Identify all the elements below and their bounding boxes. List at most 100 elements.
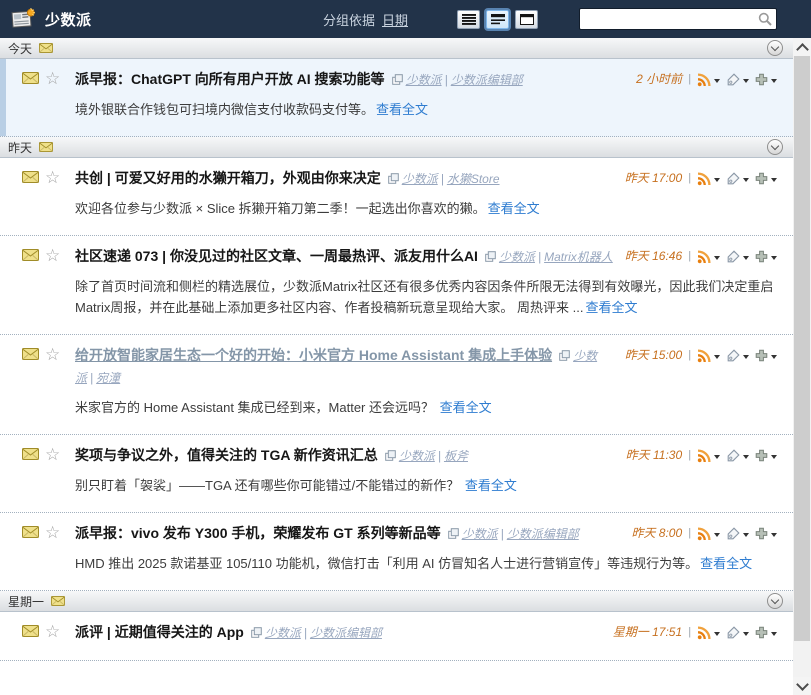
vertical-scrollbar[interactable] — [793, 38, 811, 695]
star-icon[interactable]: ☆ — [45, 167, 60, 188]
read-more-link[interactable]: 查看全文 — [465, 478, 517, 493]
tag-menu-button[interactable] — [726, 449, 749, 463]
add-menu-button[interactable] — [755, 527, 777, 540]
feed-link[interactable]: 少数派 — [402, 172, 438, 186]
rss-menu-button[interactable] — [697, 172, 720, 186]
unread-envelope-icon[interactable] — [22, 171, 39, 183]
plus-icon — [755, 626, 768, 639]
author-link[interactable]: 少数派编辑部 — [507, 527, 579, 541]
article-title[interactable]: 派早报：vivo 发布 Y300 手机，荣耀发布 GT 系列等新品等 — [75, 525, 441, 541]
scroll-down-button[interactable] — [793, 677, 811, 695]
star-icon[interactable]: ☆ — [45, 245, 60, 266]
titles-view-button[interactable] — [457, 9, 480, 29]
article-row[interactable]: ☆ 昨天 16:46 | 社区速递 073 | 你没见过的社区文章、一周最热评、… — [0, 236, 793, 335]
add-menu-button[interactable] — [755, 349, 777, 362]
read-more-link[interactable]: 查看全文 — [700, 556, 752, 571]
article-title[interactable]: 社区速递 073 | 你没见过的社区文章、一周最热评、派友用什么AI — [75, 248, 478, 264]
article-row[interactable]: ☆ 2 小时前 | 派早报：ChatGPT 向所有用户开放 AI 搜索功能等 少数… — [0, 59, 793, 137]
read-more-link[interactable]: 查看全文 — [440, 400, 492, 415]
summaries-view-button[interactable] — [486, 9, 509, 29]
article-title[interactable]: 给开放智能家居生态一个好的开始：小米官方 Home Assistant 集成上手… — [75, 347, 552, 363]
rss-menu-button[interactable] — [697, 349, 720, 363]
group-header-monday[interactable]: 星期一 — [0, 591, 793, 612]
star-icon[interactable]: ☆ — [45, 344, 60, 365]
clip-icon[interactable] — [485, 247, 496, 268]
search-icon[interactable] — [758, 12, 772, 26]
feed-title: 少数派 — [45, 11, 92, 29]
add-menu-button[interactable] — [755, 449, 777, 462]
feed-link[interactable]: 少数派 — [399, 449, 435, 463]
group-collapse-button[interactable] — [767, 40, 783, 56]
add-menu-button[interactable] — [755, 172, 777, 185]
meta-separator: | — [444, 73, 448, 87]
tag-menu-button[interactable] — [726, 527, 749, 541]
group-header-today[interactable]: 今天 — [0, 38, 793, 59]
author-link[interactable]: 少数派编辑部 — [310, 626, 382, 640]
rss-menu-button[interactable] — [697, 626, 720, 640]
unread-envelope-icon[interactable] — [22, 625, 39, 637]
clip-icon[interactable] — [251, 623, 262, 644]
unread-envelope-icon[interactable] — [22, 526, 39, 538]
add-menu-button[interactable] — [755, 73, 777, 86]
author-link[interactable]: 水獭Store — [447, 172, 500, 186]
article-title[interactable]: 派评 | 近期值得关注的 App — [75, 624, 244, 640]
feed-link[interactable]: 少数派 — [406, 73, 442, 87]
article-title[interactable]: 共创 | 可爱又好用的水獭开箱刀，外观由你来决定 — [75, 170, 381, 186]
article-row[interactable]: ☆ 星期一 17:51 | 派评 | 近期值得关注的 App 少数派 | 少数派编辑部 — [0, 612, 793, 661]
group-label[interactable]: 星期一 — [8, 593, 44, 610]
star-icon[interactable]: ☆ — [45, 68, 60, 89]
clip-icon[interactable] — [448, 524, 459, 545]
rss-menu-button[interactable] — [697, 527, 720, 541]
feed-link[interactable]: 少数派 — [265, 626, 301, 640]
author-link[interactable]: 宛潼 — [96, 371, 120, 385]
unread-envelope-icon[interactable] — [22, 348, 39, 360]
article-title[interactable]: 派早报：ChatGPT 向所有用户开放 AI 搜索功能等 — [75, 71, 385, 87]
author-link[interactable]: Matrix机器人 — [544, 250, 613, 264]
group-label[interactable]: 今天 — [8, 40, 32, 57]
article-row[interactable]: ☆ 昨天 8:00 | 派早报：vivo 发布 Y300 手机，荣耀发布 GT … — [0, 513, 793, 591]
add-menu-button[interactable] — [755, 626, 777, 639]
read-more-link[interactable]: 查看全文 — [585, 300, 637, 315]
clip-icon[interactable] — [392, 70, 403, 91]
read-more-link[interactable]: 查看全文 — [376, 102, 428, 117]
full-posts-view-button[interactable] — [515, 9, 538, 29]
add-menu-button[interactable] — [755, 250, 777, 263]
group-envelope-icon — [39, 43, 53, 53]
group-label[interactable]: 昨天 — [8, 139, 32, 156]
article-summary: 除了首页时间流和侧栏的精选展位，少数派Matrix社区还有很多优秀内容因条件所限… — [75, 279, 774, 315]
clip-icon[interactable] — [385, 446, 396, 467]
tag-menu-button[interactable] — [726, 626, 749, 640]
tag-menu-button[interactable] — [726, 73, 749, 87]
tag-menu-button[interactable] — [726, 250, 749, 264]
rss-menu-button[interactable] — [697, 250, 720, 264]
search-input[interactable] — [580, 10, 758, 28]
rss-menu-button[interactable] — [697, 73, 720, 87]
feed-link[interactable]: 少数派 — [462, 527, 498, 541]
star-icon[interactable]: ☆ — [45, 621, 60, 642]
plus-icon — [755, 73, 768, 86]
unread-envelope-icon[interactable] — [22, 72, 39, 84]
author-link[interactable]: 少数派编辑部 — [451, 73, 523, 87]
feed-link[interactable]: 少数派 — [499, 250, 535, 264]
group-collapse-button[interactable] — [767, 593, 783, 609]
star-icon[interactable]: ☆ — [45, 444, 60, 465]
group-by-value-dropdown[interactable]: 日期 — [382, 13, 408, 28]
author-link[interactable]: 板斧 — [444, 449, 468, 463]
unread-envelope-icon[interactable] — [22, 249, 39, 261]
article-row[interactable]: ☆ 昨天 11:30 | 奖项与争议之外，值得关注的 TGA 新作资讯汇总 少数派… — [0, 435, 793, 513]
scroll-up-button[interactable] — [793, 38, 811, 56]
scrollbar-thumb[interactable] — [794, 56, 810, 641]
clip-icon[interactable] — [388, 169, 399, 190]
article-row[interactable]: ☆ 昨天 15:00 | 给开放智能家居生态一个好的开始：小米官方 Home A… — [0, 335, 793, 435]
rss-menu-button[interactable] — [697, 449, 720, 463]
group-header-yesterday[interactable]: 昨天 — [0, 137, 793, 158]
star-icon[interactable]: ☆ — [45, 522, 60, 543]
article-row[interactable]: ☆ 昨天 17:00 | 共创 | 可爱又好用的水獭开箱刀，外观由你来决定 少数派… — [0, 158, 793, 236]
group-collapse-button[interactable] — [767, 139, 783, 155]
unread-envelope-icon[interactable] — [22, 448, 39, 460]
clip-icon[interactable] — [559, 346, 570, 367]
tag-menu-button[interactable] — [726, 172, 749, 186]
article-title[interactable]: 奖项与争议之外，值得关注的 TGA 新作资讯汇总 — [75, 447, 378, 463]
tag-menu-button[interactable] — [726, 349, 749, 363]
read-more-link[interactable]: 查看全文 — [488, 201, 540, 216]
